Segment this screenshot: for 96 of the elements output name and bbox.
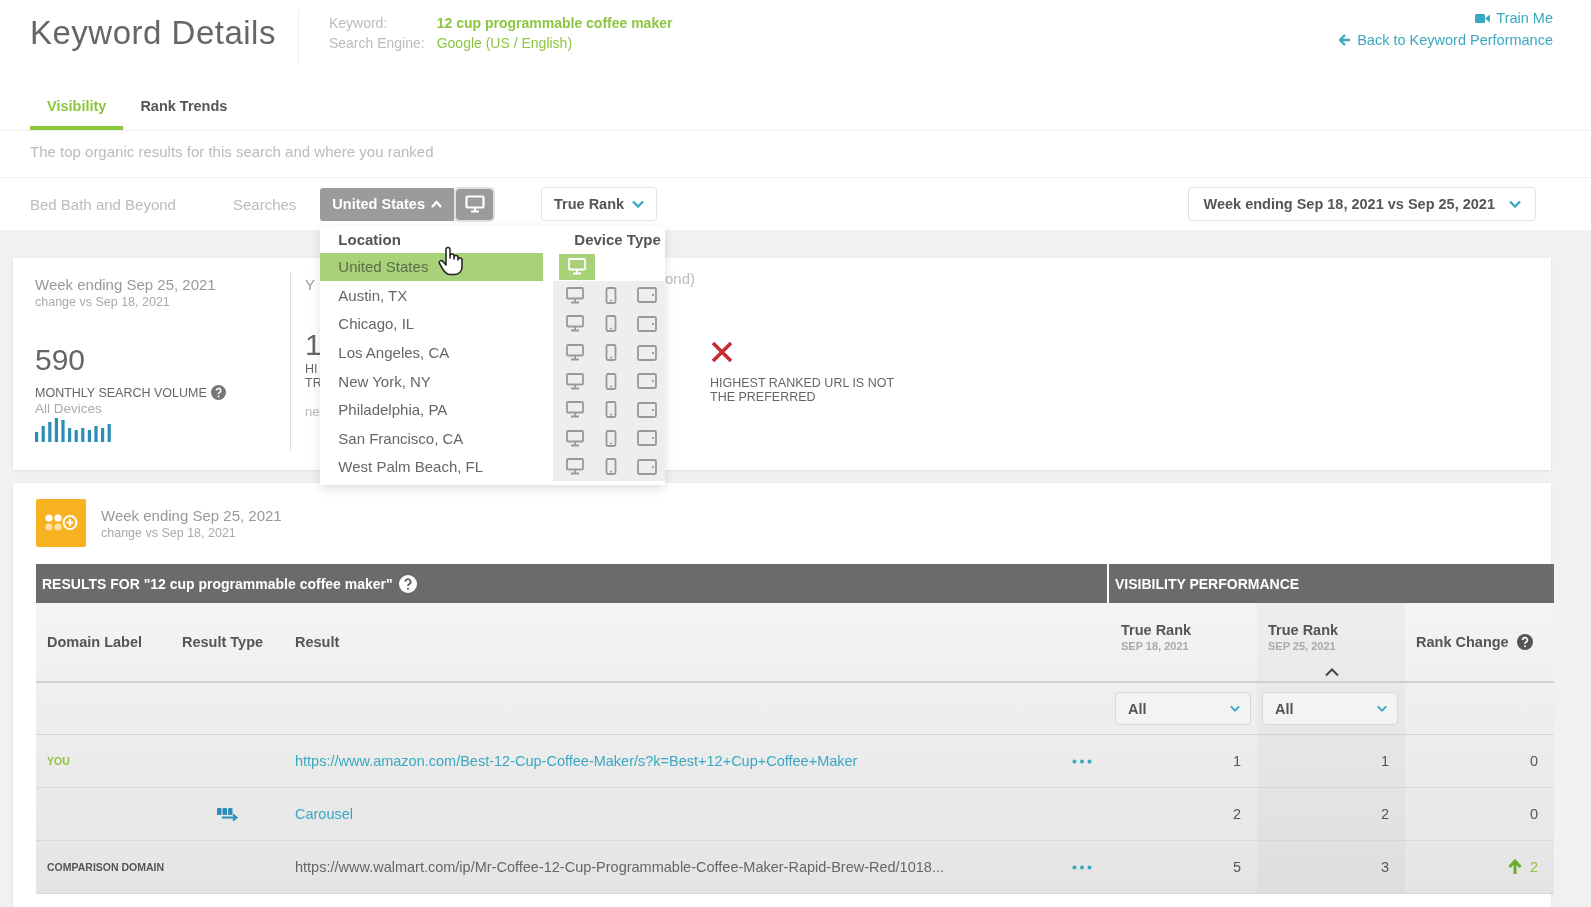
rank-value: 5: [1232, 859, 1241, 875]
column-date: SEP 18, 2021: [1121, 640, 1189, 652]
location-option[interactable]: United States: [320, 252, 543, 282]
help-icon[interactable]: [210, 385, 226, 400]
phone-icon: [605, 458, 618, 476]
monitor-icon: [566, 286, 585, 304]
monitor-icon: [566, 344, 585, 362]
page-title: Keyword Details: [30, 14, 276, 52]
date-range-dropdown[interactable]: Week ending Sep 18, 2021 vs Sep 25, 2021: [1188, 187, 1536, 221]
result-url: https://www.walmart.com/ip/Mr-Coffee-12-Cup-Programmable-Coffee-Maker-Rapid-Brew-Red/1018...: [295, 859, 944, 875]
column-header: Result Type: [171, 603, 284, 683]
issue-text: HIGHEST RANKED URL IS NOT THE PREFERRED: [710, 376, 895, 404]
location-option[interactable]: West Palm Beach, FL: [320, 452, 542, 482]
column-header: Domain Label: [36, 603, 171, 683]
rank-value: 3: [1380, 859, 1389, 875]
help-icon[interactable]: [398, 574, 417, 593]
rank-filter-dropdown[interactable]: All: [1262, 692, 1398, 725]
search-volume-label: MONTHLY SEARCH VOLUME: [35, 385, 207, 400]
results-heading: RESULTS FOR "12 cup programmable coffee maker": [42, 575, 393, 592]
search-engine-label: Search Engine:: [328, 35, 425, 51]
search-engine-value: Google (US / English): [436, 35, 574, 51]
keyword-label: Keyword:: [328, 15, 389, 31]
partial-heading: ond): [665, 270, 696, 287]
results-badge-icon: [36, 499, 86, 547]
phone-icon: [605, 372, 618, 390]
tablet-icon: [637, 401, 658, 418]
column-date: SEP 25, 2021: [1268, 640, 1336, 652]
rank-change-value: 2: [1529, 859, 1538, 875]
column-header[interactable]: True Rank: [1268, 622, 1339, 638]
monitor-icon: [464, 195, 485, 213]
tablet-icon: [637, 430, 658, 447]
rank-change-value: 0: [1529, 806, 1538, 822]
sort-caret-icon[interactable]: [1324, 667, 1340, 677]
keyword-value: 12 cup programmable coffee maker: [436, 15, 673, 31]
tablet-icon: [637, 373, 658, 390]
desktop-option[interactable]: [558, 253, 595, 280]
rank-value: 2: [1380, 806, 1389, 822]
help-icon[interactable]: [1516, 634, 1533, 650]
rank-filter-dropdown[interactable]: All: [1115, 692, 1251, 725]
partial-heading: Y: [305, 276, 316, 293]
chevron-down-icon: [1509, 200, 1521, 208]
tab[interactable]: Rank Trends: [123, 88, 245, 130]
phone-icon: [605, 315, 618, 333]
tablet-icon: [637, 287, 658, 304]
tablet-icon: [637, 316, 658, 332]
column-header[interactable]: True Rank: [1121, 622, 1192, 638]
phone-icon: [605, 344, 618, 362]
devices-label: All Devices: [35, 401, 103, 416]
phone-icon: [605, 286, 618, 304]
tablet-icon: [637, 344, 658, 361]
phone-icon: [605, 429, 618, 447]
phone-icon: [605, 401, 618, 419]
rank-value: 2: [1232, 806, 1241, 822]
change-label: change vs Sep 18, 2021: [35, 295, 171, 309]
up-arrow-icon: [1507, 859, 1522, 875]
rank-change-value: 0: [1529, 753, 1538, 769]
location-option[interactable]: Philadelphia, PA: [320, 395, 542, 425]
hand-cursor-icon: [438, 245, 465, 276]
partial-label: HI: [305, 362, 319, 376]
monitor-icon: [566, 315, 585, 333]
location-option[interactable]: Los Angeles, CA: [320, 338, 542, 367]
video-camera-icon: [1475, 12, 1491, 24]
monitor-icon: [567, 258, 586, 276]
column-header: Result: [284, 603, 1054, 683]
search-volume-value: 590: [35, 343, 87, 377]
domain-label: COMPARISON DOMAIN: [47, 861, 165, 873]
rank-value: 1: [1232, 753, 1241, 769]
week-label: Week ending Sep 25, 2021: [35, 276, 217, 293]
column-header: Rank Change: [1416, 634, 1509, 650]
device-type-heading: Device Type: [573, 230, 661, 248]
location-option[interactable]: Austin, TX: [320, 281, 542, 310]
monitor-icon: [566, 458, 585, 476]
location-heading: Location: [337, 230, 402, 248]
domain-label: YOU: [47, 755, 70, 767]
change-label: change vs Sep 18, 2021: [101, 525, 237, 540]
location-option[interactable]: Chicago, IL: [320, 309, 542, 339]
chevron-down-icon: [632, 200, 645, 208]
location-option[interactable]: New York, NY: [320, 366, 542, 396]
subtitle: The top organic results for this search and where you ranked: [0, 131, 1591, 178]
monitor-icon: [566, 372, 585, 390]
chevron-down-icon: [1230, 705, 1240, 712]
location-option[interactable]: San Francisco, CA: [320, 424, 542, 453]
account-name: Bed Bath and Beyond: [30, 195, 176, 213]
cross-icon: [710, 340, 734, 364]
searches-label: Searches: [232, 195, 297, 213]
week-label: Week ending Sep 25, 2021: [101, 506, 282, 524]
monitor-icon: [566, 401, 585, 419]
device-button[interactable]: [456, 188, 493, 220]
rank-value: 1: [1380, 753, 1389, 769]
performance-heading: VISIBILITY PERFORMANCE: [1115, 575, 1300, 592]
metric-dropdown[interactable]: True Rank: [541, 187, 658, 221]
monitor-icon: [566, 429, 585, 447]
caret-up-icon: [431, 200, 442, 208]
chevron-down-icon: [1377, 705, 1387, 712]
tablet-icon: [637, 458, 658, 475]
left-arrow-icon: [1339, 34, 1352, 46]
